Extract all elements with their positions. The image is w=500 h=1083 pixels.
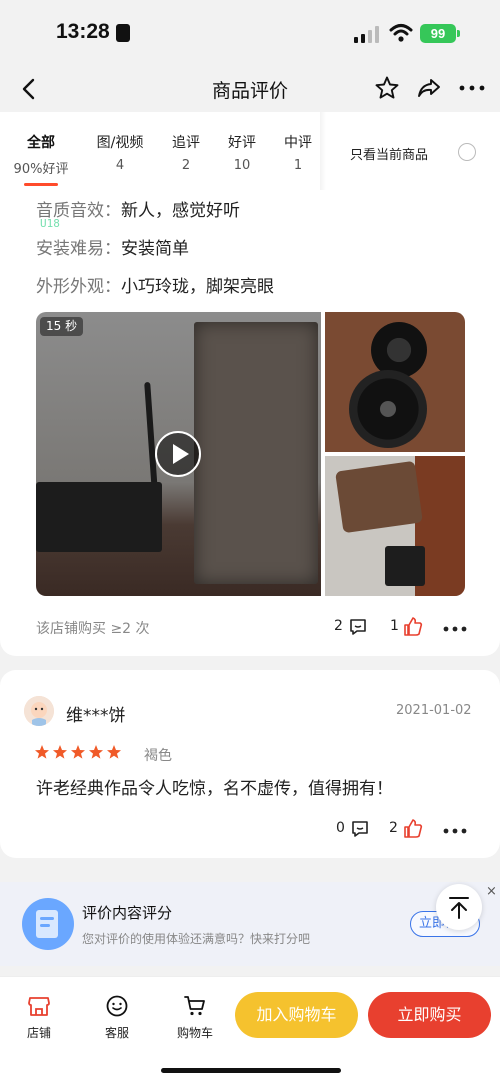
tweeter-image: [371, 322, 427, 378]
mini-router-image: [385, 546, 425, 586]
router-display-text: U18: [40, 217, 60, 230]
tab-count: 2: [181, 158, 191, 173]
tab-label: 全部: [27, 135, 55, 151]
review-photo-speaker-front[interactable]: [325, 312, 465, 452]
nav-bar: 商品评价: [0, 66, 500, 112]
status-time: 13:28: [56, 20, 110, 43]
avatar[interactable]: [24, 696, 54, 726]
battery-cap: [457, 30, 460, 37]
cart-label: 购物车: [176, 1026, 213, 1040]
attribute-row-appearance: 外形外观：小巧玲珑，脚架亮眼: [36, 272, 274, 297]
review-date: 2021-01-02: [396, 703, 472, 718]
baby-avatar-icon: [24, 696, 54, 726]
star-icon: [89, 745, 103, 759]
close-icon[interactable]: ×: [486, 884, 497, 899]
comment-count: 0: [336, 820, 345, 836]
purchase-info: 该店铺购买 ≥2 次: [36, 621, 150, 637]
cart-button[interactable]: 购物车: [170, 994, 220, 1041]
active-tab-indicator: [24, 183, 58, 186]
back-to-top-button[interactable]: [436, 884, 482, 930]
battery-indicator: 99: [420, 24, 456, 43]
tab-photo-video[interactable]: 图/视频 4: [89, 132, 151, 173]
shop-icon: [28, 997, 50, 1016]
tab-count: 90%好评: [13, 162, 69, 177]
woofer-image: [349, 370, 427, 448]
product-variant: 褐色: [144, 748, 172, 764]
add-to-cart-button[interactable]: 加入购物车: [235, 992, 358, 1038]
status-bar: 13:28 99: [0, 0, 500, 66]
attribute-label: 安装难易：: [36, 239, 121, 259]
attribute-label: 外形外观：: [36, 277, 121, 297]
attribute-row-install: 安装难易：安装简单: [36, 234, 189, 259]
document-icon: [22, 898, 74, 950]
star-icon: [35, 745, 49, 759]
star-icon: [53, 745, 67, 759]
buy-now-button[interactable]: 立即购买: [368, 992, 491, 1038]
signal-icon: [354, 26, 379, 43]
customer-service-button[interactable]: 客服: [92, 994, 142, 1041]
cart-icon: [184, 996, 205, 1016]
like-count: 2: [389, 820, 398, 836]
star-icon: [71, 745, 85, 759]
wood-block-image: [335, 460, 423, 534]
home-indicator: [161, 1068, 341, 1073]
speaker-image: [194, 322, 318, 584]
arrow-up-icon: [449, 897, 469, 919]
more-icon[interactable]: [458, 75, 486, 101]
video-duration-badge: 15 秒: [40, 317, 84, 336]
survey-title: 评价内容评分: [82, 904, 173, 922]
review-card: [0, 670, 500, 858]
attribute-value: 安装简单: [121, 239, 189, 259]
router-image: [36, 482, 162, 552]
tab-label: 图/视频: [96, 135, 144, 151]
review-photo-speaker-side[interactable]: [325, 456, 465, 596]
tab-label: 追评: [172, 135, 200, 151]
id-card-icon: [116, 24, 130, 42]
wifi-icon: [389, 24, 413, 42]
only-current-product-radio[interactable]: [458, 143, 476, 161]
star-icon[interactable]: [374, 75, 400, 101]
tabs-divider: [320, 112, 326, 190]
antenna-image: [144, 381, 158, 493]
play-icon[interactable]: [155, 431, 201, 477]
like-count: 1: [390, 618, 399, 634]
thumbs-up-icon[interactable]: [402, 616, 424, 638]
tab-count: 4: [115, 158, 125, 173]
survey-subtitle: 您对评价的使用体验还满意吗？快来打分吧: [82, 932, 311, 946]
shop-label: 店铺: [26, 1026, 51, 1040]
star-icon: [107, 745, 121, 759]
attribute-value: 新人，感觉好听: [121, 201, 240, 221]
comment-icon[interactable]: [348, 617, 368, 637]
tab-follow-up[interactable]: 追评 2: [155, 132, 217, 173]
review-text: 许老经典作品令人吃惊，名不虚传，值得拥有！: [36, 779, 393, 799]
attribute-value: 小巧玲珑，脚架亮眼: [121, 277, 274, 297]
shop-button[interactable]: 店铺: [14, 994, 64, 1041]
only-current-product-label[interactable]: 只看当前商品: [350, 144, 428, 163]
share-icon[interactable]: [416, 75, 442, 101]
thumbs-up-icon[interactable]: [402, 818, 424, 840]
tab-count: 10: [233, 158, 251, 173]
reviewer-name: 维***饼: [66, 706, 126, 726]
attribute-row-sound: 音质音效：新人，感觉好听: [36, 196, 240, 221]
star-rating: [34, 744, 124, 764]
review-filter-tabs: 全部 90%好评 图/视频 4 追评 2 好评 10 中评 1 只看当前商品: [0, 112, 500, 190]
more-icon[interactable]: [442, 624, 468, 634]
service-label: 客服: [104, 1026, 129, 1040]
more-icon[interactable]: [442, 826, 468, 836]
tab-label: 好评: [228, 135, 256, 151]
tab-all[interactable]: 全部 90%好评: [10, 132, 72, 177]
comment-icon[interactable]: [350, 819, 370, 839]
tab-positive[interactable]: 好评 10: [211, 132, 273, 173]
comment-count: 2: [334, 618, 343, 634]
smile-icon: [106, 995, 128, 1017]
